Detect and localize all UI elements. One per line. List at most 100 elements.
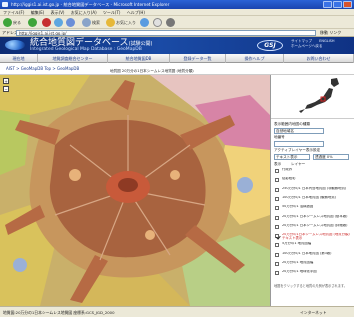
home-link[interactable]: ホームページへ戻る <box>291 44 322 48</box>
layer-item[interactable]: 20万分の1 地質図幅 <box>275 261 353 269</box>
layer-item[interactable]: 100万分の1 日本地質図 (観察地質) <box>275 196 353 204</box>
layer-checkbox[interactable] <box>275 224 279 229</box>
layer-label: 5万分の1 地質図幅 <box>282 242 312 246</box>
layer-item[interactable]: 20万分の1 地球化学図 <box>275 270 353 278</box>
layer-checkbox[interactable] <box>275 234 279 239</box>
layer-checkbox[interactable] <box>275 178 279 183</box>
active-layer-select[interactable]: テキスト表示 <box>274 154 310 160</box>
zone-indicator: インターネット <box>300 310 327 315</box>
panel-note: 地図をクリックすると地質の凡例が表示されます。 <box>274 284 347 288</box>
back-arrow-icon[interactable] <box>3 18 12 27</box>
japan-outline <box>299 78 339 113</box>
menu-file[interactable]: ファイル(F) <box>3 10 24 15</box>
globe-logo-icon <box>5 40 25 50</box>
status-text: 地質図:20万分の1日本シームレス地質図 座標系:GCS_JGD_2000 <box>3 310 115 315</box>
nav-item-contact[interactable]: お問い合わせ <box>284 54 354 63</box>
layer-item[interactable]: 20万分の1 日本シームレス地質図 (詳細版) <box>275 224 353 232</box>
banner-links: サイトマップ ENGLISH ホームページへ戻る <box>291 39 335 48</box>
sitemap-link[interactable]: サイトマップ <box>291 39 312 43</box>
zoom-in-button[interactable]: + <box>3 78 9 84</box>
layer-label: 50万分の1 活構造図 <box>282 205 314 209</box>
layer-checkbox[interactable] <box>275 206 279 211</box>
layer-item[interactable]: 100万分の1 日本地質図 (第3版) <box>275 252 353 260</box>
menu-edit[interactable]: 編集(E) <box>31 10 45 15</box>
favorites-label[interactable]: お気に入り <box>116 19 136 26</box>
layer-label: 100万分の1 日本地質図 (観察地質) <box>282 195 337 199</box>
layers-heading: レイヤー <box>291 162 306 166</box>
opacity-select[interactable]: 透過度 0% <box>313 154 349 160</box>
search-label[interactable]: 検索 <box>92 19 100 26</box>
layer-item[interactable]: 50万分の1 活構造図 <box>275 205 353 213</box>
maximize-button[interactable] <box>333 1 342 8</box>
search-icon[interactable] <box>82 18 91 27</box>
menu-bar: ファイル(F) 編集(E) 表示(V) お気に入り(A) ツール(T) ヘルプ(… <box>0 9 354 16</box>
layer-item[interactable]: 陰影段彩 <box>275 177 353 185</box>
layer-checkbox[interactable] <box>275 196 279 201</box>
print-icon[interactable] <box>166 18 175 27</box>
back-label[interactable]: 戻る <box>13 19 21 26</box>
menu-favorites[interactable]: お気に入り(A) <box>71 10 97 15</box>
url-field[interactable]: http://iggis1.ai.ist.go.jp/ <box>16 30 316 36</box>
gsj-logo[interactable]: GSJ <box>257 40 283 51</box>
nav-item-gsj[interactable]: 地質調査総合センター <box>38 54 108 63</box>
map-canvas[interactable] <box>0 75 270 306</box>
forward-arrow-icon[interactable] <box>28 18 37 27</box>
nav-item-data-list[interactable]: 登録データ一覧 <box>170 54 226 63</box>
go-button[interactable]: 移動 リンク <box>320 30 350 36</box>
main-nav: 現在地 地質調査総合センター 統合地質図DB 登録データ一覧 操作ヘルプ お問い… <box>0 54 354 63</box>
menu-tools[interactable]: ツール(T) <box>103 10 121 15</box>
window-title-bar: http://iggis1.ai.ist.go.jp - 統合地質図データベース… <box>0 0 354 9</box>
layer-item[interactable]: 20万分の1日本シームレス地質図 (地質分類) テキスト表示 <box>275 233 353 241</box>
active-layer-label: アクティブレイヤー表示設定 <box>274 148 321 152</box>
stop-icon[interactable] <box>42 18 51 27</box>
window-title: http://iggis1.ai.ist.go.jp - 統合地質図データベース… <box>11 2 170 7</box>
zoom-out-button[interactable]: − <box>3 86 9 92</box>
close-button[interactable] <box>343 1 352 8</box>
map-number-label: 地番号 <box>274 135 285 139</box>
map-type-select[interactable]: 自然地域名 <box>274 128 324 134</box>
browser-toolbar: 戻る 検索 お気に入り <box>0 16 354 29</box>
breadcrumb[interactable]: AIST > GeoMapDB Top > GeoMapDB <box>6 65 79 72</box>
layer-checkbox[interactable] <box>275 215 279 220</box>
layer-item[interactable]: 250万分の1 日本列島地質図 (非観察地質) <box>275 187 353 195</box>
menu-help[interactable]: ヘルプ(H) <box>127 10 145 15</box>
english-link[interactable]: ENGLISH <box>319 39 334 43</box>
minimize-button[interactable] <box>323 1 332 8</box>
favorites-star-icon[interactable] <box>106 18 115 27</box>
site-banner: 統合地質図データベース(試験公開) Integrated Geological … <box>0 37 354 54</box>
home-icon[interactable] <box>66 18 75 27</box>
layer-label: 陰影段彩 <box>282 177 296 181</box>
layer-item[interactable]: 行政界 <box>275 168 353 176</box>
refresh-icon[interactable] <box>54 18 63 27</box>
layer-checkbox[interactable] <box>275 271 279 276</box>
status-bar: 地質図:20万分の1日本シームレス地質図 座標系:GCS_JGD_2000 イン… <box>0 306 354 317</box>
side-panel: 表示範囲内地図の種類 自然地域名 地番号 アクティブレイヤー表示設定 テキスト表… <box>270 75 354 306</box>
layer-checkbox[interactable] <box>275 243 279 248</box>
display-column-label: 表示 <box>274 162 282 166</box>
address-bar: アドレス(D) http://iggis1.ai.ist.go.jp/ 移動 リ… <box>0 29 354 37</box>
layer-checkbox[interactable] <box>275 262 279 266</box>
nav-item-geomapdb[interactable]: 統合地質図DB <box>108 54 170 63</box>
menu-view[interactable]: 表示(V) <box>51 10 65 15</box>
nav-item-location[interactable]: 現在地 <box>0 54 38 63</box>
layer-label: 行政界 <box>282 168 293 171</box>
geologic-map[interactable]: + − <box>0 75 270 306</box>
layer-checkbox[interactable] <box>275 169 279 173</box>
layer-checkbox[interactable] <box>275 187 279 192</box>
history-icon[interactable] <box>140 18 149 27</box>
layer-item[interactable]: 5万分の1 地質図幅 <box>275 242 353 250</box>
japan-overview-map[interactable] <box>271 75 354 119</box>
layer-item[interactable]: 20万分の1 日本シームレス地質図 (基本版) <box>275 215 353 223</box>
layer-label: 20万分の1日本シームレス地質図 (地質分類) テキスト表示 <box>282 233 350 240</box>
mail-icon[interactable] <box>153 18 162 27</box>
site-subtitle: Integrated Geological Map Database : Geo… <box>30 47 142 52</box>
layer-checkbox[interactable] <box>275 252 279 257</box>
map-number-input[interactable] <box>274 141 324 147</box>
nav-item-help[interactable]: 操作ヘルプ <box>226 54 284 63</box>
layer-label: 20万分の1 地球化学図 <box>282 270 317 274</box>
layer-label: 250万分の1 日本列島地質図 (非観察地質) <box>282 186 347 190</box>
browser-icon <box>2 2 8 7</box>
layer-label: 20万分の1 日本シームレス地質図 (基本版) <box>282 214 348 218</box>
layer-label: 20万分の1 地質図幅 <box>282 261 314 264</box>
breadcrumb-bar: AIST > GeoMapDB Top > GeoMapDB 地質図 20万分の… <box>0 63 354 75</box>
